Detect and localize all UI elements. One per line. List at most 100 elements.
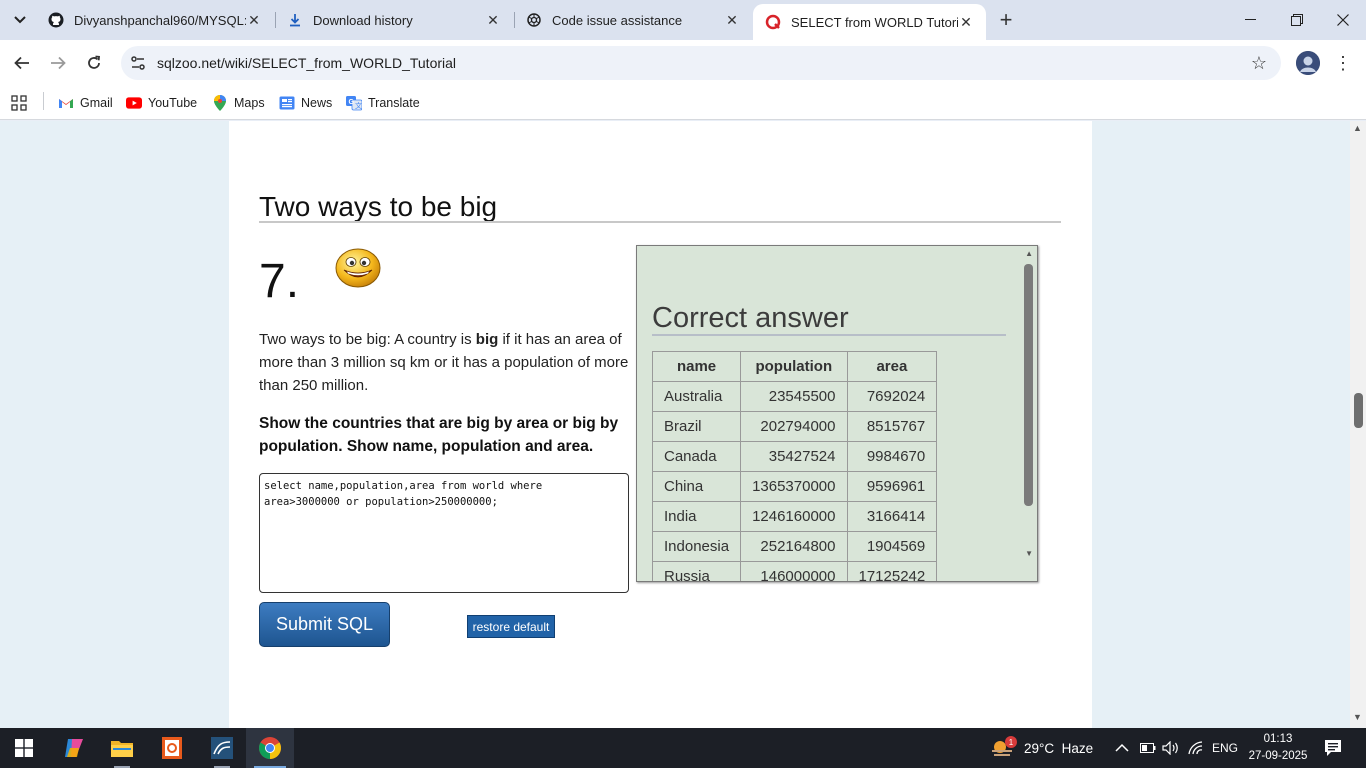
notifications-button[interactable] [1324, 728, 1344, 768]
windows-taskbar: 1 29°C Haze ENG 01:13 27-09-2025 [0, 728, 1366, 768]
table-cell: 1904569 [846, 531, 938, 562]
weather-widget[interactable]: 1 29°C Haze [990, 728, 1093, 768]
table-row: Canada 35427524 9984670 [651, 441, 938, 472]
close-icon[interactable]: ✕ [246, 12, 262, 28]
taskbar-copilot[interactable] [50, 728, 98, 768]
table-row: Brazil 202794000 8515767 [651, 411, 938, 442]
tab-sqlzoo[interactable]: SELECT from WORLD Tutorial - ✕ [753, 4, 986, 40]
start-button[interactable] [0, 728, 48, 768]
bookmark-news[interactable]: News [279, 93, 332, 113]
close-window-button[interactable] [1320, 0, 1366, 40]
bookmark-label: Gmail [80, 96, 113, 110]
tray-overflow-button[interactable] [1115, 728, 1129, 768]
answer-panel[interactable]: Correct answer name population area Aust… [636, 245, 1038, 582]
chrome-icon [259, 737, 281, 759]
address-bar[interactable]: sqlzoo.net/wiki/SELECT_from_WORLD_Tutori… [121, 46, 1281, 80]
close-icon[interactable]: ✕ [485, 12, 501, 28]
document-app-icon [162, 737, 182, 759]
sqlzoo-icon [765, 14, 781, 30]
tab-label: Code issue assistance [552, 12, 683, 28]
volume-control[interactable] [1162, 728, 1180, 768]
browser-menu-button[interactable]: ⋮ [1334, 52, 1352, 74]
network-status[interactable] [1188, 728, 1204, 768]
scroll-down-arrow-icon[interactable]: ▼ [1353, 712, 1362, 722]
bookmark-star-icon[interactable]: ☆ [1251, 53, 1267, 74]
close-icon[interactable]: ✕ [958, 14, 974, 30]
tab-strip: Divyanshpanchal960/MYSQL: S ✕ Download h… [0, 0, 1366, 40]
taskbar-mysql-workbench[interactable] [198, 728, 246, 768]
heading-rule [259, 221, 1061, 223]
language-indicator[interactable]: ENG [1212, 728, 1238, 768]
scroll-up-arrow-icon[interactable]: ▲ [1025, 249, 1033, 258]
description-bold-text: big [475, 331, 499, 348]
forward-button[interactable] [44, 49, 72, 77]
tab-github[interactable]: Divyanshpanchal960/MYSQL: S ✕ [36, 0, 274, 40]
bookmark-label: YouTube [148, 96, 198, 110]
reload-icon [88, 55, 100, 69]
mysql-workbench-icon [211, 737, 233, 759]
table-row: China 1365370000 9596961 [651, 471, 938, 502]
close-icon[interactable]: ✕ [724, 12, 740, 28]
answer-rule [652, 334, 1006, 336]
tab-search-button[interactable] [6, 7, 34, 33]
clock-date: 27-09-2025 [1248, 750, 1308, 762]
restore-default-button[interactable]: restore default [467, 615, 555, 638]
youtube-icon [126, 95, 142, 111]
table-cell: 202794000 [740, 411, 848, 442]
system-clock[interactable]: 01:13 27-09-2025 [1243, 731, 1313, 765]
tab-download-history[interactable]: Download history ✕ [275, 0, 513, 40]
answer-table: name population area Australia 23545500 … [651, 351, 938, 581]
scroll-down-arrow-icon[interactable]: ▼ [1025, 549, 1033, 558]
minimize-button[interactable] [1228, 0, 1274, 40]
scroll-up-arrow-icon[interactable]: ▲ [1353, 123, 1362, 133]
url-text: sqlzoo.net/wiki/SELECT_from_WORLD_Tutori… [157, 55, 457, 71]
download-icon [287, 12, 303, 28]
profile-avatar[interactable] [1296, 51, 1320, 75]
bookmark-youtube[interactable]: YouTube [126, 93, 197, 113]
back-arrow-icon [14, 56, 29, 70]
reload-button[interactable] [80, 49, 108, 77]
taskbar-app-orange[interactable] [148, 728, 196, 768]
windows-logo-icon [15, 739, 33, 757]
battery-status[interactable] [1140, 728, 1156, 768]
table-cell: 17125242 [846, 561, 938, 581]
site-info-icon[interactable] [129, 54, 147, 72]
sql-editor[interactable]: select name,population,area from world w… [259, 473, 629, 593]
bookmark-translate[interactable]: G文 Translate [346, 93, 420, 113]
table-row: Indonesia 252164800 1904569 [651, 531, 938, 562]
new-tab-button[interactable]: + [993, 7, 1019, 32]
page-viewport: Two ways to be big 7. Two ways to be big… [0, 121, 1350, 728]
github-icon [48, 12, 64, 28]
back-button[interactable] [8, 49, 36, 77]
tab-label: Download history [313, 12, 413, 28]
table-cell: Russia [651, 561, 742, 581]
taskbar-file-explorer[interactable] [98, 728, 146, 768]
table-cell: 146000000 [740, 561, 848, 581]
translate-icon: G文 [346, 95, 362, 111]
answer-scroll-thumb[interactable] [1024, 264, 1033, 506]
table-cell: Brazil [651, 411, 742, 442]
bookmark-gmail[interactable]: Gmail [58, 93, 113, 113]
page-scroll-thumb[interactable] [1354, 393, 1363, 428]
table-cell: 23545500 [740, 381, 848, 412]
battery-icon [1140, 743, 1156, 753]
copilot-icon [65, 739, 83, 757]
chatgpt-icon [526, 12, 542, 28]
main-content: Two ways to be big 7. Two ways to be big… [229, 121, 1092, 728]
bookmarks-separator [43, 92, 44, 110]
table-cell: 9596961 [846, 471, 938, 502]
tab-label: Divyanshpanchal960/MYSQL: S [74, 12, 246, 28]
bookmark-maps[interactable]: Maps [212, 93, 265, 113]
svg-text:文: 文 [355, 101, 362, 110]
tab-code-issue[interactable]: Code issue assistance ✕ [514, 0, 752, 40]
weather-text: 29°C Haze [1024, 740, 1094, 756]
gmail-icon [58, 95, 74, 111]
taskbar-chrome[interactable] [246, 728, 294, 768]
restore-button[interactable] [1274, 0, 1320, 40]
task-instruction: Show the countries that are big by area … [259, 415, 619, 455]
bookmark-label: News [301, 96, 333, 110]
submit-sql-button[interactable]: Submit SQL [259, 602, 390, 647]
answer-title: Correct answer [652, 302, 849, 334]
question-number: 7. [259, 255, 300, 308]
apps-button[interactable] [11, 93, 27, 113]
